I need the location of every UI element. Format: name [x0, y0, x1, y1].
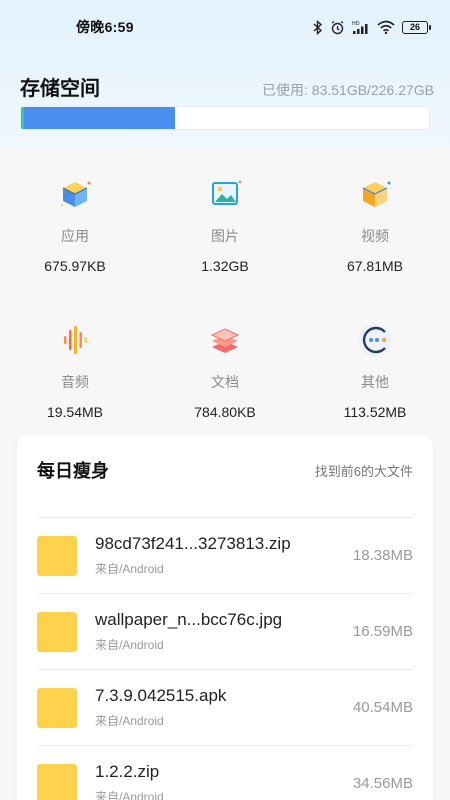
file-row[interactable]: 1.2.2.zip 来自/Android 34.56MB [37, 745, 413, 800]
file-size: 34.56MB [352, 775, 413, 792]
battery-icon: 26 [402, 20, 431, 34]
file-row[interactable]: 98cd73f241...3273813.zip 来自/Android 18.3… [37, 517, 413, 593]
video-box-icon [355, 174, 395, 214]
document-stack-icon [205, 320, 245, 360]
file-name: wallpaper_n...bcc76c.jpg [95, 610, 283, 629]
bluetooth-icon [313, 19, 323, 35]
file-name: 1.2.2.zip [95, 762, 160, 781]
category-other[interactable]: 其他 113.52MB [300, 320, 450, 420]
picture-icon [205, 174, 245, 214]
file-size: 18.38MB [352, 547, 413, 564]
category-size: 784.80KB [194, 404, 256, 420]
status-time: 傍晚6:59 [76, 19, 134, 35]
category-label: 图片 [211, 228, 239, 244]
category-documents[interactable]: 文档 784.80KB [150, 320, 300, 420]
app-box-icon [55, 174, 95, 214]
file-source: 来自/Android [95, 638, 164, 652]
status-icons: HD 26 [313, 19, 431, 35]
file-source: 来自/Android [95, 790, 164, 800]
category-size: 19.54MB [46, 404, 104, 420]
folder-icon [37, 611, 77, 652]
status-bar: 傍晚6:59 HD 26 [0, 0, 450, 54]
svg-text:HD: HD [352, 21, 360, 27]
file-row[interactable]: 7.3.9.042515.apk 来自/Android 40.54MB [37, 669, 413, 745]
file-info: 98cd73f241...3273813.zip 来自/Android [95, 534, 353, 577]
audio-wave-icon [55, 320, 95, 360]
file-info: wallpaper_n...bcc76c.jpg 来自/Android [95, 610, 353, 653]
file-source: 来自/Android [95, 714, 164, 728]
hd-signal-icon: HD [352, 20, 370, 35]
category-label: 文档 [211, 374, 239, 390]
card-subtitle[interactable]: 找到前6的大文件 [315, 461, 413, 480]
large-file-list: 98cd73f241...3273813.zip 来自/Android 18.3… [37, 517, 413, 800]
file-size: 40.54MB [352, 699, 413, 716]
file-name: 98cd73f241...3273813.zip [95, 534, 291, 553]
category-videos[interactable]: 视频 67.81MB [300, 174, 450, 274]
category-grid: 应用 675.97KB 图片 1.32GB 视频 67.81MB 音频 19.5… [0, 160, 450, 430]
category-size: 675.97KB [44, 258, 106, 274]
category-pictures[interactable]: 图片 1.32GB [150, 174, 300, 274]
folder-icon [37, 687, 77, 728]
file-source: 来自/Android [95, 562, 164, 576]
category-label: 音频 [61, 374, 89, 390]
storage-used-text: 已使用: 83.51GB/226.27GB [262, 82, 434, 98]
category-size: 67.81MB [346, 258, 404, 274]
progress-fill [24, 107, 175, 129]
category-apps[interactable]: 应用 675.97KB [0, 174, 150, 274]
category-audio[interactable]: 音频 19.54MB [0, 320, 150, 420]
file-row[interactable]: wallpaper_n...bcc76c.jpg 来自/Android 16.5… [37, 593, 413, 669]
storage-title: 存储空间 [20, 78, 100, 100]
alarm-icon [330, 20, 345, 35]
other-dots-icon [355, 320, 395, 360]
category-label: 其他 [361, 374, 389, 390]
folder-icon [37, 763, 77, 800]
file-info: 1.2.2.zip 来自/Android [95, 762, 353, 800]
daily-cleanup-card: 每日瘦身 找到前6的大文件 98cd73f241...3273813.zip 来… [17, 435, 433, 800]
file-size: 16.59MB [352, 623, 413, 640]
card-title: 每日瘦身 [37, 461, 109, 481]
category-label: 视频 [361, 228, 389, 244]
card-header: 每日瘦身 找到前6的大文件 [17, 435, 433, 483]
category-size: 1.32GB [201, 258, 249, 274]
folder-icon [37, 535, 77, 576]
file-name: 7.3.9.042515.apk [95, 686, 227, 705]
storage-header: 存储空间 已使用: 83.51GB/226.27GB [20, 72, 434, 101]
storage-progress-bar [20, 106, 430, 130]
category-label: 应用 [61, 228, 89, 244]
category-size: 113.52MB [343, 404, 407, 420]
file-info: 7.3.9.042515.apk 来自/Android [95, 686, 353, 729]
wifi-icon [377, 20, 395, 34]
